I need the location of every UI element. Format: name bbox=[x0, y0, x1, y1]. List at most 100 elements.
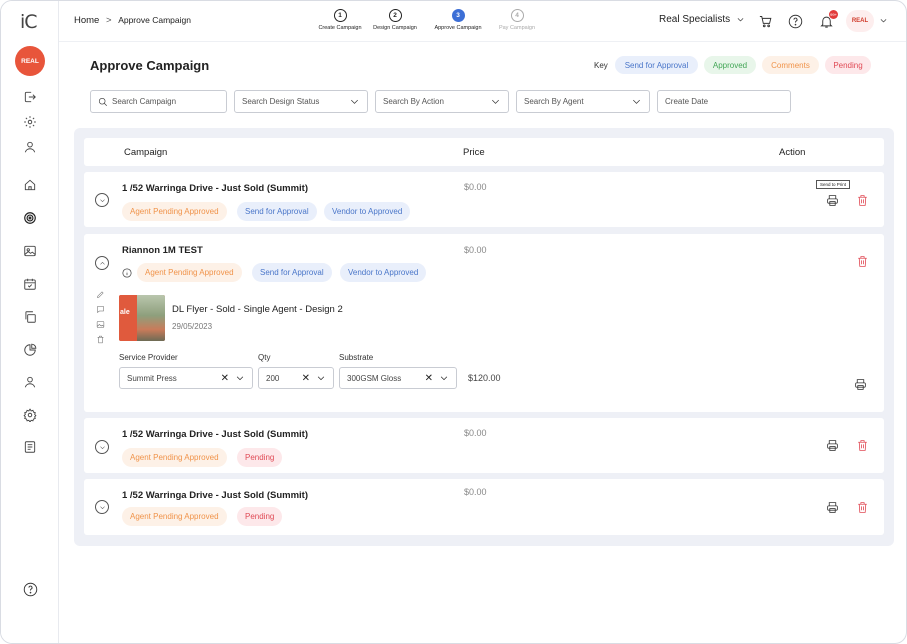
create-date-placeholder: Create Date bbox=[665, 97, 709, 106]
design-status-select[interactable]: Search Design Status bbox=[234, 90, 368, 113]
chevron-down-icon bbox=[737, 18, 744, 22]
table-header: Campaign Price Action bbox=[84, 138, 884, 166]
chevron-down-icon[interactable] bbox=[879, 16, 888, 27]
thumb-text: ale bbox=[120, 309, 130, 316]
app-logo: iC bbox=[20, 11, 38, 33]
qty-select[interactable]: 200 ✕ bbox=[258, 367, 334, 389]
status-badge: Send for Approval bbox=[252, 263, 332, 282]
service-provider-value: Summit Press bbox=[127, 373, 177, 383]
search-campaign-input[interactable]: Search Campaign bbox=[90, 90, 227, 113]
organisation-name: Real Specialists bbox=[659, 14, 731, 25]
help-icon[interactable] bbox=[23, 582, 38, 597]
design-name: DL Flyer - Sold - Single Agent - Design … bbox=[172, 304, 343, 315]
trash-small-icon[interactable] bbox=[96, 335, 105, 344]
design-status-placeholder: Search Design Status bbox=[242, 97, 320, 106]
row-title: 1 /52 Warringa Drive - Just Sold (Summit… bbox=[122, 429, 308, 440]
key-approved: Approved bbox=[704, 56, 756, 74]
row-price: $0.00 bbox=[464, 182, 487, 192]
clear-icon[interactable]: ✕ bbox=[302, 373, 310, 384]
table-row-expanded[interactable]: Riannon 1M TEST $0.00 Agent Pending Appr… bbox=[84, 234, 884, 412]
create-date-input[interactable]: Create Date bbox=[657, 90, 791, 113]
print-icon[interactable] bbox=[825, 438, 839, 452]
status-badge: Agent Pending Approved bbox=[122, 448, 227, 467]
pie-chart-icon[interactable] bbox=[20, 340, 40, 360]
logout-icon[interactable] bbox=[20, 87, 40, 107]
gear-icon[interactable] bbox=[20, 405, 40, 425]
sidebar: iC REAL bbox=[1, 1, 59, 643]
comment-icon[interactable] bbox=[96, 305, 105, 314]
substrate-label: Substrate bbox=[339, 353, 374, 362]
copy-icon[interactable] bbox=[20, 307, 40, 327]
breadcrumb-separator: > bbox=[105, 15, 112, 26]
chevron-down-icon bbox=[440, 376, 448, 381]
notification-bell-icon[interactable]: 99+ bbox=[818, 10, 838, 29]
status-badge: Pending bbox=[237, 448, 283, 467]
step-number: 2 bbox=[388, 9, 402, 22]
expand-chevron-icon[interactable] bbox=[95, 500, 109, 514]
avatar[interactable]: REAL bbox=[846, 10, 874, 32]
breadcrumb-home[interactable]: Home bbox=[74, 15, 99, 26]
substrate-value: 300GSM Gloss bbox=[347, 373, 402, 383]
service-provider-label: Service Provider bbox=[119, 353, 178, 362]
profile-icon[interactable] bbox=[20, 372, 40, 392]
image-icon[interactable] bbox=[96, 320, 105, 329]
row-title: Riannon 1M TEST bbox=[122, 245, 203, 256]
clear-icon[interactable]: ✕ bbox=[221, 373, 229, 384]
substrate-select[interactable]: 300GSM Gloss ✕ bbox=[339, 367, 457, 389]
home-icon[interactable] bbox=[20, 175, 40, 195]
row-title: 1 /52 Warringa Drive - Just Sold (Summit… bbox=[122, 183, 308, 194]
target-icon[interactable] bbox=[20, 208, 40, 228]
help-circle-icon[interactable] bbox=[787, 13, 803, 29]
thumb-panel bbox=[119, 295, 137, 341]
organisation-select[interactable]: Real Specialists bbox=[659, 14, 745, 25]
design-thumbnail[interactable]: ale bbox=[119, 295, 165, 341]
status-badge: Send for Approval bbox=[237, 202, 317, 221]
user-icon[interactable] bbox=[20, 137, 40, 157]
print-icon[interactable] bbox=[853, 377, 867, 391]
step-number: 4 bbox=[510, 9, 524, 22]
action-select[interactable]: Search By Action bbox=[375, 90, 509, 113]
action-placeholder: Search By Action bbox=[383, 97, 444, 106]
chevron-down-icon bbox=[633, 99, 640, 104]
delete-icon[interactable] bbox=[855, 438, 869, 452]
clear-icon[interactable]: ✕ bbox=[425, 373, 433, 384]
delete-icon[interactable] bbox=[855, 500, 869, 514]
step-number: 3 bbox=[451, 9, 465, 22]
status-badge: Agent Pending Approved bbox=[122, 202, 227, 221]
col-price: Price bbox=[463, 147, 485, 158]
table-row[interactable]: 1 /52 Warringa Drive - Just Sold (Summit… bbox=[84, 418, 884, 473]
expand-chevron-icon[interactable] bbox=[95, 440, 109, 454]
line-total: $120.00 bbox=[468, 373, 501, 383]
cart-icon[interactable] bbox=[757, 13, 773, 29]
campaign-table: Campaign Price Action 1 /52 Warringa Dri… bbox=[74, 128, 894, 546]
step-label: Pay Campaign bbox=[498, 25, 536, 31]
status-badge: Vendor to Approved bbox=[340, 263, 427, 282]
notification-badge: 99+ bbox=[829, 10, 838, 19]
key-pending: Pending bbox=[825, 56, 871, 74]
agent-select[interactable]: Search By Agent bbox=[516, 90, 650, 113]
table-row[interactable]: 1 /52 Warringa Drive - Just Sold (Summit… bbox=[84, 479, 884, 535]
collapse-chevron-icon[interactable] bbox=[95, 256, 109, 270]
calendar-icon[interactable] bbox=[20, 274, 40, 294]
step-pay-campaign[interactable]: 4 Pay Campaign bbox=[477, 9, 557, 31]
delete-icon[interactable] bbox=[855, 254, 869, 268]
expand-chevron-icon[interactable] bbox=[95, 193, 109, 207]
status-badge: Agent Pending Approved bbox=[137, 263, 242, 282]
info-icon[interactable] bbox=[122, 268, 132, 278]
edit-icon[interactable] bbox=[96, 290, 105, 299]
settings-icon[interactable] bbox=[20, 112, 40, 132]
print-icon[interactable] bbox=[825, 500, 839, 514]
print-icon[interactable] bbox=[825, 193, 839, 207]
table-row[interactable]: 1 /52 Warringa Drive - Just Sold (Summit… bbox=[84, 172, 884, 227]
design-date: 29/05/2023 bbox=[172, 322, 213, 331]
row-title: 1 /52 Warringa Drive - Just Sold (Summit… bbox=[122, 490, 308, 501]
document-icon[interactable] bbox=[20, 437, 40, 457]
delete-icon[interactable] bbox=[855, 193, 869, 207]
step-number: 1 bbox=[333, 9, 347, 22]
image-icon[interactable] bbox=[20, 241, 40, 261]
thumb-photo bbox=[137, 295, 165, 341]
status-badge: Pending bbox=[237, 507, 283, 526]
brand-logo[interactable]: REAL bbox=[15, 46, 45, 76]
agent-placeholder: Search By Agent bbox=[524, 97, 584, 106]
service-provider-select[interactable]: Summit Press ✕ bbox=[119, 367, 253, 389]
